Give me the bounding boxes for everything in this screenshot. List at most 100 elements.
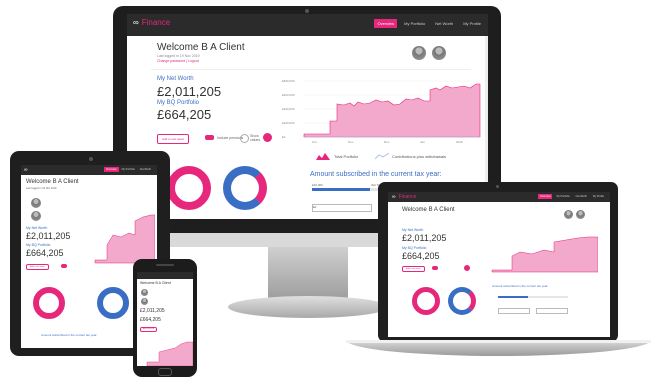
nav-overview[interactable]: Overview: [374, 19, 398, 28]
main-nav: Overview My Portfolio Net Worth My Profi…: [374, 19, 484, 28]
app-header: ∞ Finance Overview My Portfolio Net Worth…: [127, 14, 488, 36]
tablet-logo-mark-icon: ∞: [24, 167, 28, 173]
logo-text: Finance: [141, 18, 171, 27]
legend-total-portfolio: Total Portfolio: [334, 154, 359, 159]
tablet-logo[interactable]: ∞: [24, 167, 31, 173]
phone-add-button[interactable]: Add a new asset: [140, 327, 158, 332]
laptop-area-chart: [491, 236, 598, 273]
tablet-toggle[interactable]: [61, 264, 67, 268]
tablet-net-worth-value: £2,011,205: [26, 231, 71, 241]
laptop-net-worth-value: £2,011,205: [402, 233, 447, 243]
tablet-area: [94, 214, 155, 264]
laptop-tax-field-2[interactable]: [536, 308, 568, 314]
x-tick: Jan: [420, 140, 425, 144]
last-logged-text: Last logged in 19 Nov 2019: [157, 54, 200, 58]
laptop-camera-icon: [496, 185, 499, 188]
laptop-tax-fill: [498, 296, 528, 298]
phone-net-worth-value: £2,011,205: [140, 308, 165, 314]
laptop-lip: [346, 340, 651, 343]
phone-area-chart: [146, 341, 193, 366]
add-asset-button[interactable]: Add a new asset: [157, 134, 190, 144]
laptop-logo[interactable]: ∞ Finance: [392, 194, 416, 200]
laptop-screen: ∞ Finance Overview My Portfolio Net Worth…: [388, 192, 610, 337]
phone-portfolio-value: £664,205: [140, 317, 161, 323]
laptop-nav-profile[interactable]: My Profile: [591, 194, 606, 199]
app-logo[interactable]: ∞ Finance: [133, 18, 170, 27]
tablet-nav-overview[interactable]: Overview: [104, 167, 119, 172]
laptop-adviser-avatar[interactable]: [564, 210, 573, 219]
phone-app-header: [137, 272, 193, 279]
total-portfolio-area: [303, 83, 481, 138]
tablet-nav-networth[interactable]: Net Worth: [138, 167, 153, 172]
tablet-portfolio-value: £664,205: [26, 248, 64, 258]
tablet-camera-icon: [89, 157, 93, 161]
laptop-donut-pink[interactable]: [412, 287, 440, 315]
phone-speaker: [156, 264, 174, 266]
tablet-portfolio-label: My BQ Portfolio: [26, 243, 51, 247]
tablet-add-asset-button[interactable]: Add a new asset: [26, 264, 49, 270]
laptop-portfolio-label: My BQ Portfolio: [402, 246, 427, 250]
net-worth-label: My Net Worth: [157, 76, 194, 82]
include-pensions-toggle[interactable]: [205, 135, 214, 140]
y-tick: £800,000: [282, 79, 295, 83]
y-axis-ticks: £800,000 £600,000 £400,000 £200,000 £0: [282, 79, 295, 139]
phone-avatar-2[interactable]: [141, 298, 148, 305]
x-tick: Dec: [384, 140, 390, 144]
tablet-donut-pink[interactable]: [33, 287, 65, 319]
laptop-add-asset-button[interactable]: Add a new asset: [402, 266, 425, 272]
laptop-nav: Overview My Portfolio Net Worth My Profi…: [538, 194, 606, 199]
contributions-legend-icon: [375, 152, 389, 160]
laptop-portfolio-value: £664,205: [402, 251, 440, 261]
tablet-area-chart: [94, 214, 155, 264]
monitor-stand-foot: [228, 296, 388, 318]
y-tick: £0: [282, 135, 286, 139]
laptop-logo-text: Finance: [398, 194, 417, 200]
tablet-client-avatar[interactable]: [31, 211, 41, 221]
client-avatar[interactable]: [432, 46, 446, 60]
y-tick: £600,000: [282, 93, 295, 97]
phone-home-button[interactable]: [158, 368, 172, 376]
laptop-nav-networth[interactable]: Net Worth: [574, 194, 589, 199]
laptop-page-title: Welcome B A Client: [402, 207, 455, 213]
tablet-net-worth-label: My Net Worth: [26, 226, 48, 230]
tax-field-1[interactable]: £0: [312, 204, 372, 212]
show-values-radio[interactable]: [240, 134, 249, 143]
allocation-donut-pink[interactable]: [167, 166, 211, 210]
laptop-nav-overview[interactable]: Overview: [538, 194, 553, 199]
nav-my-portfolio[interactable]: My Portfolio: [401, 19, 428, 28]
show-values-radio-selected[interactable]: [263, 133, 272, 142]
phone-area: [146, 341, 193, 366]
phone-avatar[interactable]: [141, 289, 148, 296]
laptop-radio[interactable]: [464, 265, 470, 271]
laptop-nav-portfolio[interactable]: My Portfolio: [554, 194, 571, 199]
tax-progress-fill: [312, 188, 370, 191]
y-tick: £200,000: [282, 121, 295, 125]
adviser-avatar[interactable]: [412, 46, 426, 60]
logo-mark-icon: ∞: [133, 18, 139, 27]
nav-net-worth[interactable]: Net Worth: [432, 19, 456, 28]
portfolio-label: My BQ Portfolio: [157, 100, 200, 106]
tablet-app-header: ∞ Overview My Portfolio Net Worth: [21, 165, 157, 175]
tablet-tax-title: Amount subscribed in the current tax yea…: [41, 333, 98, 337]
tablet-last-logged: Last logged in 19 Nov 2019: [26, 187, 57, 190]
laptop-toggle[interactable]: [432, 266, 438, 270]
allocation-donut-blue[interactable]: [223, 166, 267, 210]
tablet-adviser-avatar[interactable]: [31, 198, 41, 208]
laptop-net-worth-label: My Net Worth: [402, 228, 424, 232]
nav-my-profile[interactable]: My Profile: [460, 19, 484, 28]
y-tick: £400,000: [282, 107, 295, 111]
laptop-donut-blue[interactable]: [448, 287, 476, 315]
monitor-stand-neck: [268, 247, 348, 299]
laptop-tax-field-1[interactable]: [498, 308, 530, 314]
laptop-tax-title: Amount subscribed in the current tax yea…: [492, 284, 549, 288]
laptop-client-avatar[interactable]: [576, 210, 585, 219]
page-title: Welcome B A Client: [157, 42, 245, 53]
total-portfolio-legend-icon: [316, 153, 330, 160]
tax-year-title: Amount subscribed in the current tax yea…: [310, 171, 442, 178]
tablet-nav-portfolio[interactable]: My Portfolio: [120, 167, 137, 172]
laptop-logo-mark-icon: ∞: [392, 194, 396, 200]
net-worth-value: £2,011,205: [157, 84, 222, 99]
x-tick: Oct: [312, 140, 317, 144]
tablet-donut-blue[interactable]: [97, 287, 129, 319]
account-links[interactable]: Change password | Logout: [157, 59, 199, 63]
